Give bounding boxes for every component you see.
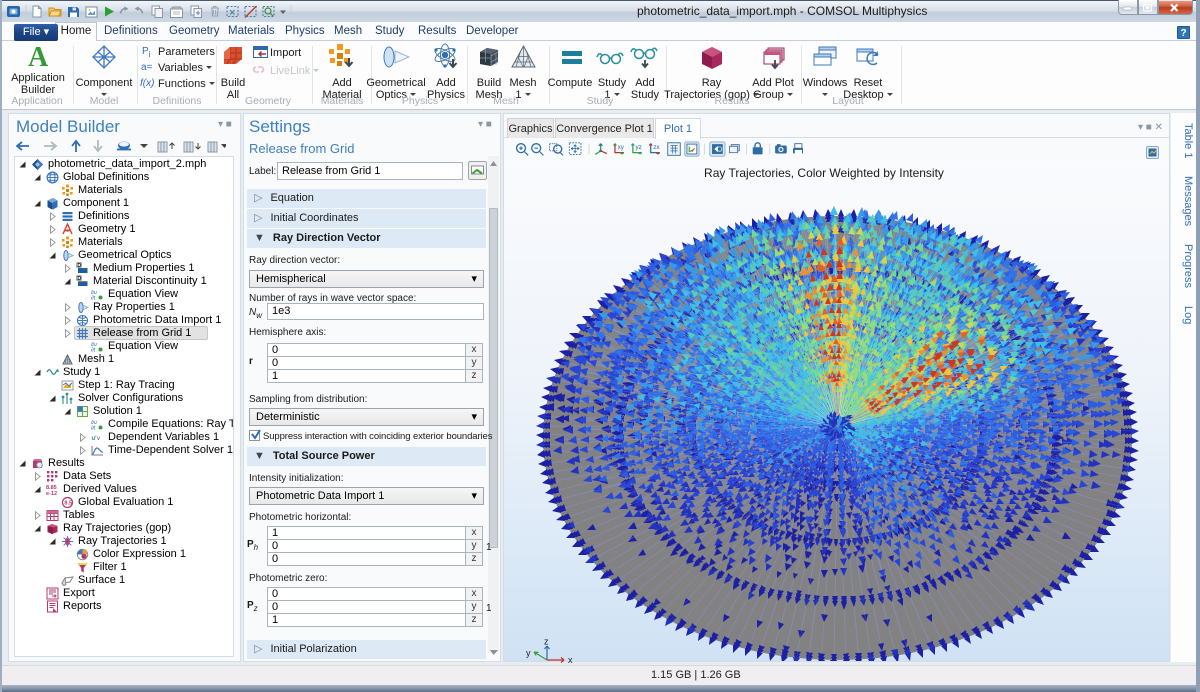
svg-text:yz: yz (636, 144, 642, 151)
svg-text:x: x (568, 655, 573, 664)
svg-text:8.5: 8.5 (64, 501, 72, 507)
svg-text:v: v (97, 436, 100, 442)
svg-text:y: y (526, 648, 531, 658)
svg-text:zx: zx (653, 144, 660, 151)
svg-text:z: z (544, 638, 549, 647)
svg-text:xy: xy (618, 144, 625, 151)
